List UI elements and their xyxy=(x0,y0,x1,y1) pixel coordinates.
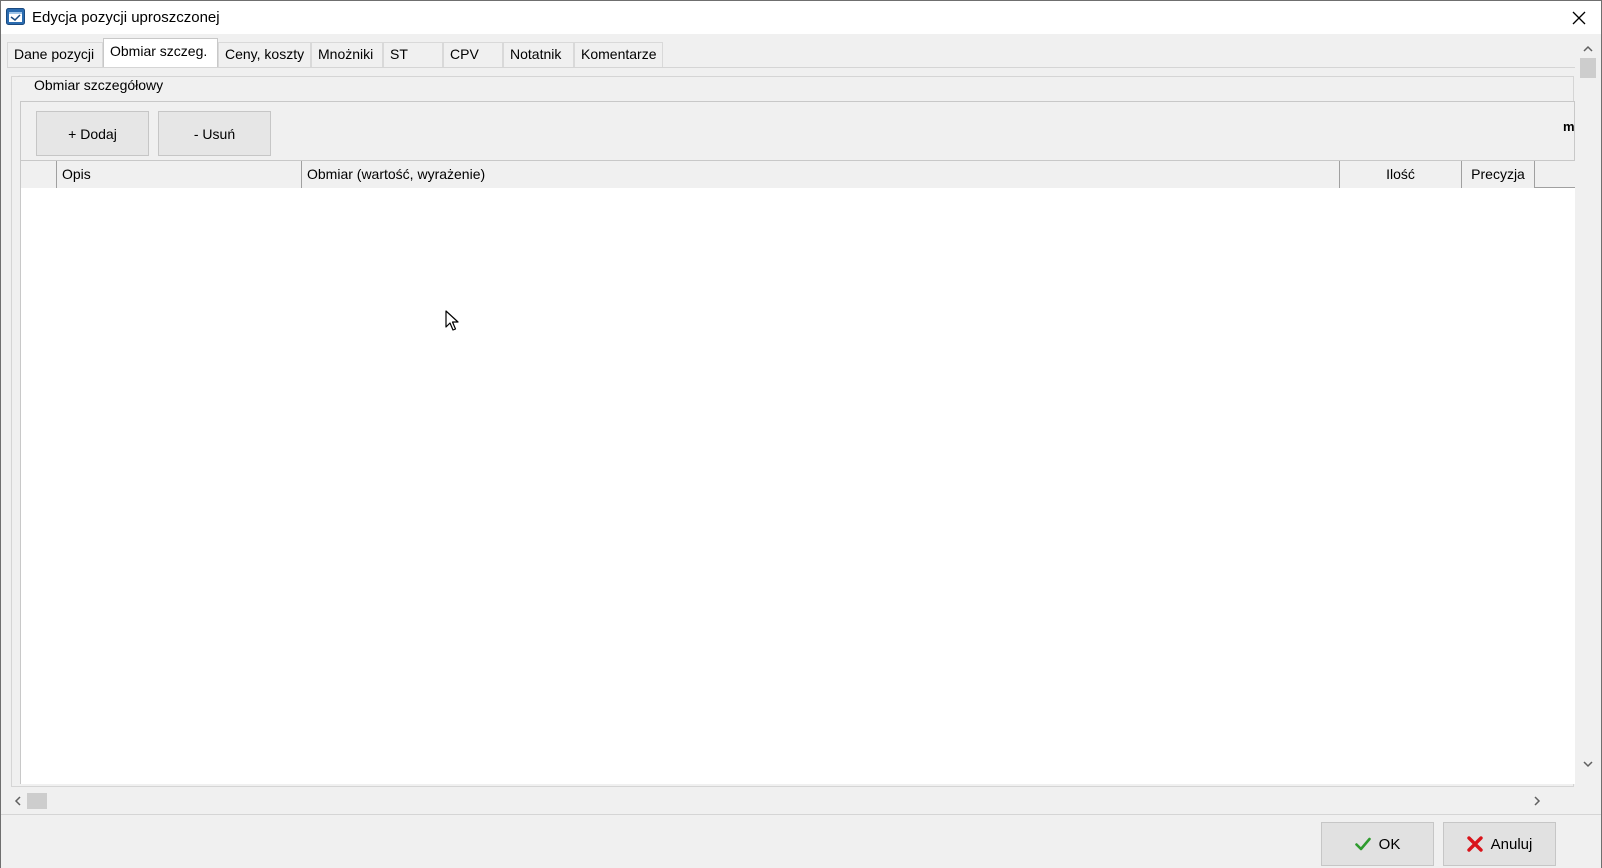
vertical-scrollbar[interactable] xyxy=(1575,38,1601,790)
tab-obmiar-szczeg[interactable]: Obmiar szczeg. xyxy=(103,38,218,67)
dialog-window: Edycja pozycji uproszczonej Dane pozycji… xyxy=(0,0,1602,868)
toolbar-panel: + Dodaj - Usuń m xyxy=(20,101,1575,161)
add-button[interactable]: + Dodaj xyxy=(36,111,149,156)
column-header-opis[interactable]: Opis xyxy=(57,161,302,188)
chevron-right-icon xyxy=(1533,796,1540,806)
vertical-scroll-thumb[interactable] xyxy=(1580,58,1596,78)
column-header-obmiar[interactable]: Obmiar (wartość, wyrażenie) xyxy=(302,161,1340,188)
group-title: Obmiar szczegółowy xyxy=(30,77,168,93)
grid-header: Opis Obmiar (wartość, wyrażenie) Ilość P… xyxy=(21,161,1576,188)
tab-ceny-koszty[interactable]: Ceny, koszty xyxy=(218,42,311,67)
column-header-indicator[interactable] xyxy=(21,161,57,188)
tab-content: Obmiar szczegółowy + Dodaj - Usuń m Opis… xyxy=(7,67,1576,787)
obmiar-group: Obmiar szczegółowy + Dodaj - Usuń m Opis… xyxy=(11,76,1576,787)
chevron-left-icon xyxy=(14,796,21,806)
checkmark-icon xyxy=(1354,837,1371,851)
column-header-ilosc[interactable]: Ilość xyxy=(1340,161,1462,188)
chevron-up-icon xyxy=(1583,45,1593,52)
tab-cpv[interactable]: CPV xyxy=(443,42,503,67)
tab-st[interactable]: ST xyxy=(383,42,443,67)
column-header-precyzja[interactable]: Precyzja xyxy=(1462,161,1535,188)
title-bar: Edycja pozycji uproszczonej xyxy=(1,1,1601,34)
tab-dane-pozycji[interactable]: Dane pozycji xyxy=(7,42,103,67)
measurement-grid[interactable]: Opis Obmiar (wartość, wyrażenie) Ilość P… xyxy=(20,161,1576,784)
remove-button[interactable]: - Usuń xyxy=(158,111,271,156)
mouse-cursor-icon xyxy=(445,310,459,331)
horizontal-scrollbar[interactable] xyxy=(7,790,1575,812)
app-window-icon xyxy=(6,8,25,25)
scroll-right-button[interactable] xyxy=(1527,790,1547,812)
close-button[interactable] xyxy=(1557,1,1601,34)
ok-button[interactable]: OK xyxy=(1321,822,1434,866)
tab-komentarze[interactable]: Komentarze xyxy=(574,42,663,67)
cancel-label: Anuluj xyxy=(1490,835,1533,853)
close-icon xyxy=(1572,11,1586,24)
scroll-up-button[interactable] xyxy=(1575,38,1601,58)
chevron-down-icon xyxy=(1583,760,1593,767)
tab-notatnik[interactable]: Notatnik xyxy=(503,42,574,67)
cross-icon xyxy=(1466,836,1483,852)
tab-mnozniki[interactable]: Mnożniki xyxy=(311,42,383,67)
scroll-left-button[interactable] xyxy=(7,790,27,812)
cancel-button[interactable]: Anuluj xyxy=(1443,822,1556,866)
scroll-down-button[interactable] xyxy=(1575,754,1601,774)
unit-label: m xyxy=(1563,119,1575,134)
horizontal-scroll-thumb[interactable] xyxy=(27,793,47,809)
ok-label: OK xyxy=(1378,835,1401,853)
dialog-footer: OK Anuluj xyxy=(1,814,1601,868)
window-title: Edycja pozycji uproszczonej xyxy=(32,9,220,26)
